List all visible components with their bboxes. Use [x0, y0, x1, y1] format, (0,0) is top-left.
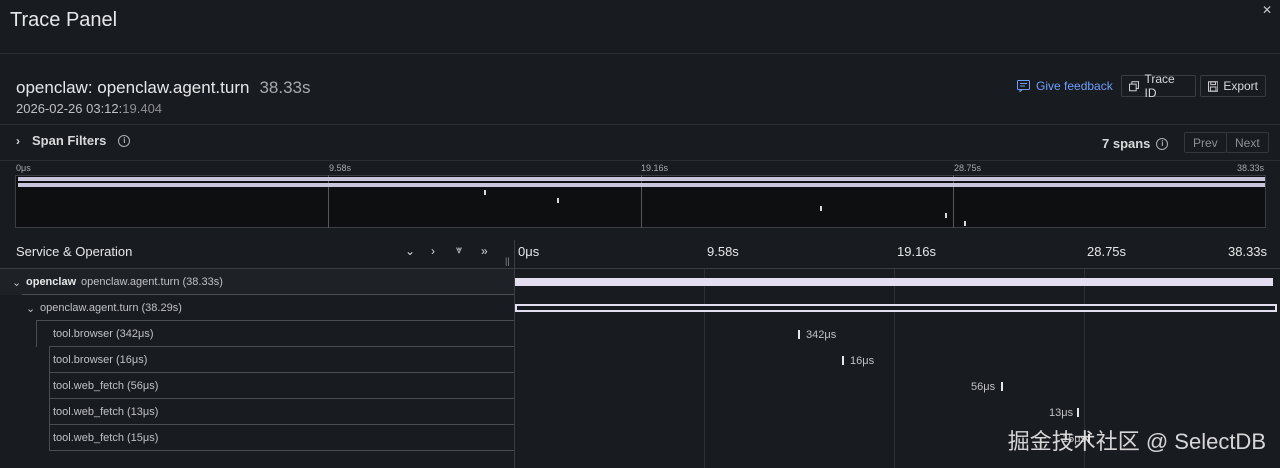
row-service: openclaw: [26, 276, 77, 288]
span-mark[interactable]: [1077, 408, 1079, 417]
table-row[interactable]: tool.web_fetch (13μs) 13μs: [0, 399, 1280, 425]
minimap-span-mark: [484, 190, 486, 195]
row-operation: tool.browser (16μs): [53, 354, 148, 366]
expand-one-icon[interactable]: ›: [431, 244, 435, 258]
prev-button[interactable]: Prev: [1184, 132, 1227, 153]
minimap-span-mark: [820, 206, 822, 211]
table-row[interactable]: ⌄ openclaw openclaw.agent.turn (38.33s): [0, 269, 1280, 295]
timeline-tick: 38.33s: [1228, 244, 1268, 259]
trace-start-time: 2026-02-26 03:12:19.404: [16, 101, 162, 116]
trace-id-button[interactable]: Trace ID: [1121, 72, 1196, 100]
tree-line: [49, 425, 50, 451]
minimap-span-mark: [964, 221, 966, 226]
close-icon[interactable]: ✕: [1262, 3, 1272, 17]
row-operation: openclaw.agent.turn (38.29s): [40, 302, 182, 314]
minimap-span-bar: [18, 177, 1265, 181]
trace-title: openclaw: openclaw.agent.turn 38.33s: [16, 78, 311, 98]
service-operation-header: Service & Operation: [16, 244, 133, 259]
chevron-down-icon[interactable]: ⌄: [26, 302, 35, 315]
chevron-right-icon: ›: [16, 133, 20, 148]
collapse-one-icon[interactable]: ⌄: [405, 244, 415, 258]
filters-divider: [0, 160, 1280, 161]
give-feedback-label: Give feedback: [1036, 79, 1113, 93]
row-operation: openclaw.agent.turn (38.33s): [81, 276, 223, 288]
trace-start-time-main: 2026-02-26 03:12:: [16, 101, 123, 116]
panel-title: Trace Panel: [10, 9, 118, 31]
timeline-tick: 28.75s: [1087, 244, 1127, 259]
row-operation: tool.browser (342μs): [53, 328, 154, 340]
span-duration-label: 56μs: [971, 381, 996, 393]
table-row[interactable]: ⌄ openclaw.agent.turn (38.29s): [0, 295, 1280, 321]
next-button[interactable]: Next: [1226, 132, 1269, 153]
spans-count-label: 7 spans: [1102, 136, 1151, 151]
trace-name: openclaw: openclaw.agent.turn: [16, 78, 250, 97]
table-row[interactable]: tool.browser (342μs) 342μs: [0, 321, 1280, 347]
table-row[interactable]: tool.browser (16μs) 16μs: [0, 347, 1280, 373]
span-mark[interactable]: [798, 330, 800, 339]
span-bar[interactable]: [515, 304, 1277, 312]
span-bar[interactable]: [515, 278, 1273, 286]
timeline-tick: 19.16s: [897, 244, 937, 259]
minimap-span-bar: [18, 183, 1265, 187]
row-operation: tool.web_fetch (15μs): [53, 432, 159, 444]
save-icon: [1208, 80, 1219, 92]
summary-divider: [0, 124, 1280, 125]
span-duration-label: 16μs: [850, 355, 875, 367]
info-icon: i: [118, 134, 131, 147]
tree-line: [49, 399, 50, 425]
minimap-span-mark: [945, 213, 947, 218]
span-duration-label: 13μs: [1049, 407, 1074, 419]
minimap-tick: 0μs: [16, 163, 31, 173]
trace-start-time-ms: 19.404: [122, 101, 163, 116]
row-operation: tool.web_fetch (56μs): [53, 380, 159, 392]
export-label: Export: [1223, 79, 1258, 93]
timeline-tick: 0μs: [518, 244, 540, 259]
table-row[interactable]: tool.web_fetch (56μs) 56μs: [0, 373, 1280, 399]
collapse-all-icon[interactable]: »: [481, 244, 488, 258]
copy-icon: [1129, 80, 1140, 91]
row-divider: [49, 450, 514, 451]
expand-all-icon[interactable]: ⩔: [456, 244, 462, 257]
chevron-down-icon[interactable]: ⌄: [12, 276, 21, 289]
row-operation: tool.web_fetch (13μs): [53, 406, 159, 418]
trace-id-label: Trace ID: [1144, 72, 1175, 100]
minimap-tick: 19.16s: [641, 163, 669, 173]
column-resize-handle[interactable]: ||: [505, 256, 510, 266]
span-mark[interactable]: [842, 356, 844, 365]
span-mark[interactable]: [1001, 382, 1003, 391]
export-button[interactable]: Export: [1200, 75, 1266, 97]
minimap-tick: 9.58s: [329, 163, 352, 173]
tree-line: [49, 347, 50, 373]
header-divider: [0, 53, 1280, 54]
spans-count: 7 spans i: [1102, 136, 1169, 151]
span-filters-label: Span Filters: [32, 133, 107, 148]
feedback-icon: [1017, 80, 1030, 92]
tree-line: [49, 373, 50, 399]
tree-line: [36, 321, 37, 347]
span-duration-label: 342μs: [806, 329, 837, 341]
watermark: 掘金技术社区 @ SelectDB: [1007, 429, 1266, 454]
minimap-tick: 38.33s: [1237, 163, 1265, 173]
info-icon: i: [1156, 137, 1169, 150]
give-feedback-link[interactable]: Give feedback: [1017, 79, 1113, 93]
trace-duration: 38.33s: [259, 78, 311, 97]
row-background: [0, 269, 514, 295]
minimap-span-mark: [557, 198, 559, 203]
minimap-tick: 28.75s: [954, 163, 982, 173]
timeline-tick: 9.58s: [707, 244, 739, 259]
span-filters-toggle[interactable]: › Span Filters i: [16, 133, 131, 148]
